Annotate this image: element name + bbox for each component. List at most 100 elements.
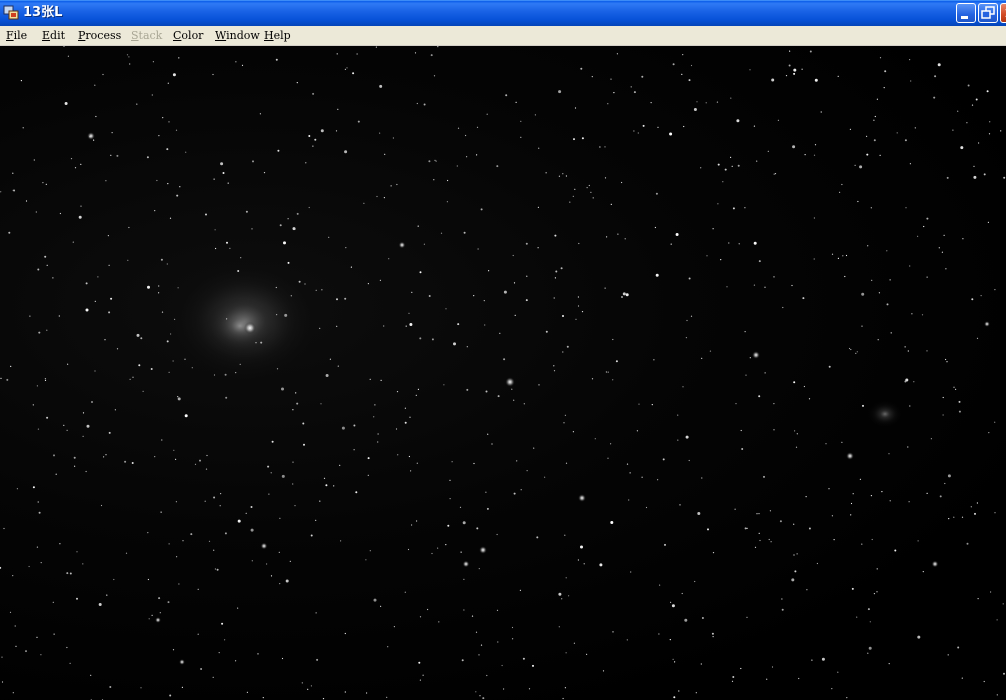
star bbox=[190, 533, 193, 536]
star bbox=[1, 656, 3, 658]
star bbox=[831, 253, 834, 255]
star bbox=[174, 318, 176, 320]
star bbox=[852, 493, 854, 495]
star bbox=[974, 512, 976, 515]
app-icon[interactable] bbox=[3, 5, 19, 21]
menu-process[interactable]: Process bbox=[78, 28, 121, 44]
star bbox=[753, 241, 757, 245]
star bbox=[415, 394, 417, 396]
star bbox=[961, 516, 964, 518]
star bbox=[226, 241, 228, 244]
star bbox=[712, 552, 715, 554]
star bbox=[845, 254, 848, 257]
star bbox=[80, 205, 82, 207]
star bbox=[862, 404, 864, 407]
star bbox=[281, 657, 284, 660]
star bbox=[650, 102, 652, 104]
star bbox=[64, 102, 68, 105]
star bbox=[148, 618, 150, 620]
star bbox=[419, 271, 422, 274]
menu-edit[interactable]: Edit bbox=[42, 28, 65, 44]
star bbox=[917, 235, 919, 237]
close-button[interactable] bbox=[1000, 3, 1006, 23]
star bbox=[284, 313, 288, 317]
star bbox=[859, 478, 862, 480]
star bbox=[756, 513, 758, 515]
star bbox=[732, 207, 735, 210]
star bbox=[554, 277, 557, 279]
star bbox=[837, 75, 839, 77]
menu-window-rest: indow bbox=[226, 29, 260, 42]
star bbox=[700, 167, 702, 169]
star bbox=[182, 540, 184, 542]
star bbox=[85, 470, 87, 473]
star bbox=[212, 676, 214, 678]
star bbox=[302, 422, 305, 425]
star bbox=[447, 179, 449, 182]
minimize-button[interactable] bbox=[956, 3, 976, 23]
star bbox=[978, 142, 980, 144]
star bbox=[487, 433, 489, 435]
restore-button[interactable] bbox=[978, 3, 998, 23]
star bbox=[175, 129, 178, 131]
star bbox=[690, 315, 693, 317]
star bbox=[917, 635, 921, 639]
star bbox=[38, 511, 41, 514]
star bbox=[878, 292, 881, 294]
star bbox=[473, 462, 475, 465]
star bbox=[356, 53, 358, 55]
star bbox=[319, 327, 321, 329]
star bbox=[813, 258, 815, 260]
star bbox=[731, 165, 733, 167]
menu-window[interactable]: Window bbox=[215, 28, 260, 44]
star bbox=[449, 479, 451, 481]
star bbox=[553, 370, 556, 372]
star bbox=[828, 488, 830, 490]
star bbox=[868, 646, 872, 650]
menu-color[interactable]: Color bbox=[173, 28, 203, 44]
star bbox=[771, 78, 775, 82]
image-canvas[interactable] bbox=[0, 46, 1006, 700]
star bbox=[655, 273, 659, 277]
star bbox=[212, 73, 214, 76]
star bbox=[966, 542, 969, 545]
star bbox=[678, 690, 680, 692]
star bbox=[953, 516, 955, 518]
star bbox=[457, 323, 460, 326]
star bbox=[241, 64, 244, 66]
star bbox=[476, 527, 479, 530]
star bbox=[259, 113, 261, 115]
star bbox=[857, 200, 859, 203]
star bbox=[677, 439, 679, 441]
star bbox=[267, 465, 270, 468]
star bbox=[861, 543, 863, 545]
menu-help[interactable]: Help bbox=[264, 28, 291, 44]
star bbox=[1000, 130, 1002, 132]
star bbox=[554, 234, 557, 237]
menu-file[interactable]: File bbox=[6, 28, 27, 44]
star bbox=[427, 608, 429, 611]
star bbox=[946, 361, 948, 363]
star bbox=[170, 333, 172, 335]
star bbox=[884, 70, 887, 73]
star bbox=[380, 605, 382, 607]
star bbox=[287, 218, 289, 220]
title-bar[interactable]: 13张L bbox=[0, 0, 1006, 26]
star bbox=[220, 162, 224, 166]
star bbox=[369, 550, 371, 552]
star bbox=[988, 432, 990, 434]
bright-star bbox=[398, 241, 406, 249]
bright-star bbox=[179, 659, 185, 665]
star bbox=[976, 337, 979, 339]
star bbox=[672, 63, 675, 66]
star bbox=[564, 687, 567, 689]
star bbox=[754, 546, 757, 548]
star bbox=[741, 448, 744, 450]
star bbox=[575, 318, 577, 320]
star bbox=[445, 308, 447, 310]
star bbox=[0, 566, 2, 569]
star bbox=[622, 292, 626, 296]
star bbox=[854, 164, 856, 166]
star bbox=[220, 493, 222, 495]
star bbox=[423, 103, 426, 106]
